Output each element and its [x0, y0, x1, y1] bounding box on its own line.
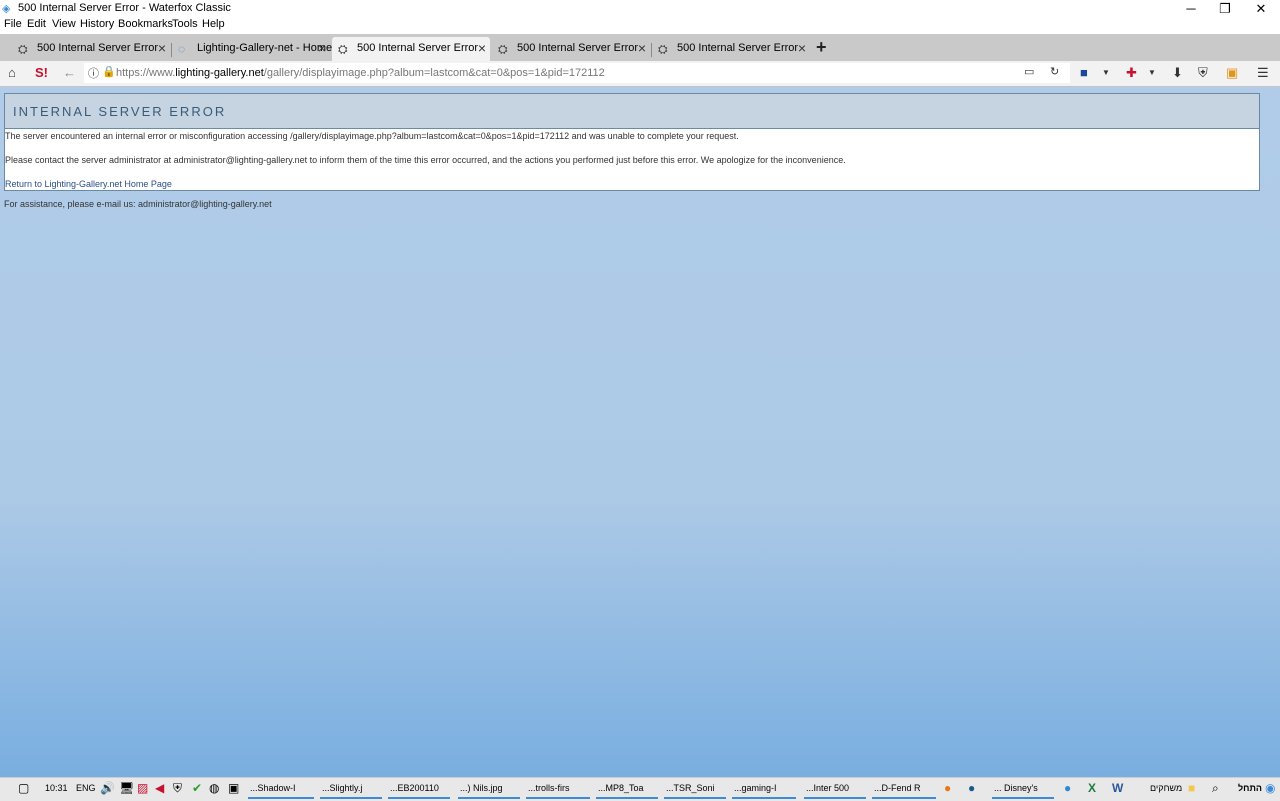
url-path: /gallery/displayimage.php?album=lastcom&… [263, 67, 605, 79]
network-icon[interactable]: 🖥 [119, 781, 134, 795]
menu-bookmarks[interactable]: Bookmarks [118, 18, 173, 30]
folder-icon[interactable]: ■ [1188, 781, 1195, 795]
taskbar: ▢ 10:31 ENG 🔊 🖥 ▨ ◀ ⛨ ✔ ◍ ▣ ...Shadow-I … [0, 777, 1280, 801]
contact-message: Please contact the server administrator … [5, 155, 846, 165]
url-text[interactable]: https://www.lighting-gallery.net/gallery… [116, 67, 605, 79]
network-icon: ⛭ [338, 42, 348, 56]
volume-icon[interactable]: 🔊 [100, 781, 115, 795]
addon-icon[interactable]: ✚ [1126, 65, 1137, 81]
tab-4[interactable]: ⛭ 500 Internal Server Error × [492, 37, 650, 61]
menu-help[interactable]: Help [202, 18, 225, 30]
dropdown-icon[interactable]: ▼ [1148, 68, 1156, 77]
tab-3-active[interactable]: ⛭ 500 Internal Server Error × [332, 37, 490, 61]
taskbar-window[interactable]: ...D-Fend R [872, 779, 936, 799]
reload-icon[interactable]: ↻ [1050, 65, 1059, 78]
close-icon[interactable]: × [318, 40, 326, 56]
close-icon[interactable]: × [798, 40, 806, 56]
home-icon[interactable]: ⌂ [8, 65, 16, 80]
error-title: INTERNAL SERVER ERROR [13, 104, 227, 119]
tab-1[interactable]: ⛭ 500 Internal Server Error × [12, 37, 170, 61]
tab-strip: ⛭ 500 Internal Server Error × ◌ Lighting… [0, 34, 1280, 61]
menu-view[interactable]: View [52, 18, 76, 30]
close-icon[interactable]: ✕ [1244, 0, 1278, 17]
close-icon[interactable]: × [158, 40, 166, 56]
taskbar-window[interactable]: ...TSR_Soni [664, 779, 726, 799]
info-icon[interactable]: ⓘ [88, 65, 99, 81]
shield-icon[interactable]: ⛨ [1198, 65, 1208, 81]
waterfox-icon: ◈ [2, 3, 11, 15]
network-icon: ⛭ [498, 42, 508, 56]
clock[interactable]: 10:31 [45, 783, 68, 793]
taskbar-window[interactable]: ...Shadow-I [248, 779, 314, 799]
speaker-icon[interactable]: ◀ [155, 781, 164, 795]
firefox-icon[interactable]: ● [944, 781, 951, 795]
notification-icon[interactable]: ▢ [18, 781, 29, 795]
tab-label: Lighting-Gallery-net - Home [197, 42, 333, 54]
app-icon[interactable]: ▣ [228, 781, 239, 795]
network-icon: ⛭ [658, 42, 668, 56]
check-icon[interactable]: ✔ [192, 781, 202, 795]
taskbar-window[interactable]: ...gaming-I [732, 779, 796, 799]
menu-icon[interactable]: ☰ [1257, 65, 1269, 81]
edge-icon[interactable]: ● [1064, 781, 1071, 795]
lock-icon: 🔒 [102, 66, 116, 78]
tab-2[interactable]: ◌ Lighting-Gallery-net - Home × [172, 37, 333, 61]
back-icon[interactable]: ← [63, 65, 76, 80]
close-icon[interactable]: × [478, 40, 486, 56]
taskbar-window[interactable]: ...EB200110 [388, 779, 450, 799]
excel-icon[interactable]: X [1088, 781, 1096, 795]
new-tab-icon[interactable]: + [816, 37, 827, 58]
app-icon[interactable]: ◍ [209, 781, 219, 795]
word-icon[interactable]: W [1112, 781, 1123, 795]
stumble-icon[interactable]: S! [35, 65, 48, 80]
error-box: INTERNAL SERVER ERROR The server encount… [4, 93, 1260, 191]
assistance-text: For assistance, please e-mail us: admini… [4, 199, 272, 209]
menu-tools[interactable]: Tools [172, 18, 198, 30]
window-title: 500 Internal Server Error - Waterfox Cla… [18, 2, 231, 14]
taskbar-window[interactable]: ...MP8_Toa [596, 779, 658, 799]
tab-label: 500 Internal Server Error [357, 42, 479, 54]
search-icon[interactable]: ⌕ [1212, 781, 1219, 796]
title-bar: ◈ 500 Internal Server Error - Waterfox C… [0, 0, 1280, 17]
pdf-icon[interactable]: ▨ [137, 781, 148, 795]
tab-label: 500 Internal Server Error [677, 42, 799, 54]
url-bar[interactable]: ⓘ 🔒 https://www.lighting-gallery.net/gal… [84, 63, 1070, 83]
language-indicator[interactable]: ENG [76, 783, 96, 793]
loading-icon: ◌ [178, 42, 186, 56]
restore-icon[interactable]: ❐ [1208, 0, 1242, 17]
taskbar-window[interactable]: ...Slightly.j [320, 779, 382, 799]
screenshot-icon[interactable]: ▣ [1226, 65, 1238, 81]
tab-5[interactable]: ⛭ 500 Internal Server Error × [652, 37, 810, 61]
menu-edit[interactable]: Edit [27, 18, 46, 30]
start-button[interactable]: התחל [1238, 783, 1262, 793]
reader-view-icon[interactable]: ▭ [1024, 65, 1034, 78]
menu-bar: File Edit View History Bookmarks Tools H… [0, 17, 1280, 34]
dropdown-icon[interactable]: ▼ [1102, 68, 1110, 77]
url-domain: lighting-gallery.net [175, 67, 264, 79]
close-icon[interactable]: × [638, 40, 646, 56]
navigation-toolbar: ⌂ S! ← ⓘ 🔒 https://www.lighting-gallery.… [0, 61, 1280, 87]
error-header: INTERNAL SERVER ERROR [5, 94, 1259, 129]
page-content: INTERNAL SERVER ERROR The server encount… [0, 87, 1280, 777]
menu-file[interactable]: File [4, 18, 22, 30]
menu-history[interactable]: History [80, 18, 114, 30]
save-icon[interactable]: ■ [1080, 65, 1088, 80]
minimize-icon[interactable]: ─ [1174, 0, 1208, 17]
tab-label: 500 Internal Server Error [37, 42, 159, 54]
tab-label: 500 Internal Server Error [517, 42, 639, 54]
error-message: The server encountered an internal error… [5, 131, 739, 141]
download-icon[interactable]: ⬇ [1172, 65, 1183, 81]
app-icon[interactable]: ● [968, 781, 975, 795]
home-link[interactable]: Return to Lighting-Gallery.net Home Page [5, 179, 172, 189]
taskbar-window[interactable]: ...Inter 500 [804, 779, 866, 799]
start-icon[interactable]: ◉ [1265, 781, 1275, 795]
security-icon[interactable]: ⛨ [173, 781, 182, 796]
network-icon: ⛭ [18, 42, 28, 56]
taskbar-window[interactable]: ...trolls-firs [526, 779, 590, 799]
games-folder[interactable]: משחקים [1150, 783, 1182, 793]
taskbar-window[interactable]: ... Disney's [992, 779, 1054, 799]
taskbar-window[interactable]: ...) Nils.jpg [458, 779, 520, 799]
url-prefix: https://www. [116, 67, 176, 79]
